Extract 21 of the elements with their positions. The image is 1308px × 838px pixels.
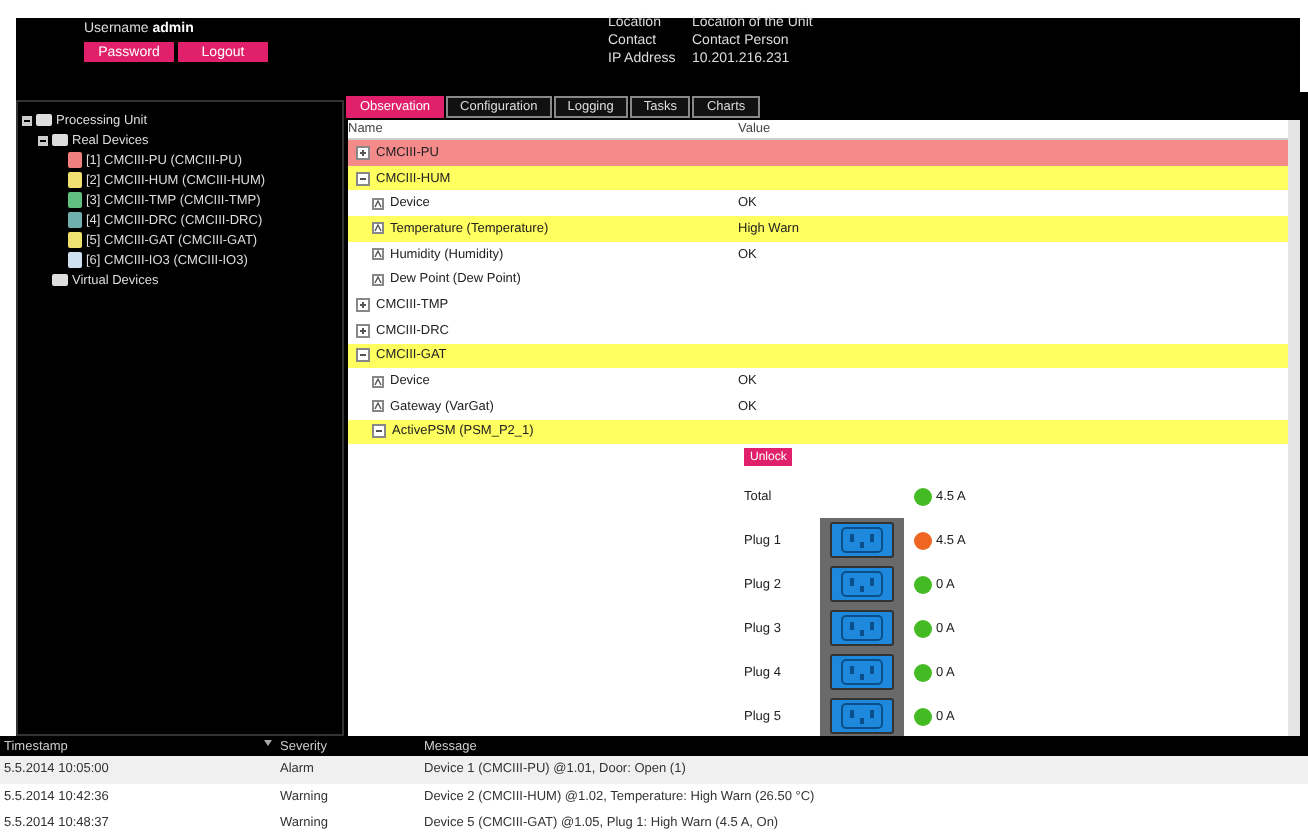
sensor-icon [372, 248, 384, 261]
collapse-icon[interactable] [372, 424, 386, 439]
collapse-icon[interactable] [22, 115, 32, 125]
expand-icon[interactable] [356, 323, 370, 338]
collapse-icon[interactable] [38, 135, 48, 145]
collapse-icon[interactable] [356, 171, 370, 186]
sensor-icon [372, 400, 384, 413]
socket-icon [830, 698, 894, 735]
sensor-icon [372, 222, 384, 235]
socket-icon [830, 566, 894, 603]
expand-icon[interactable] [356, 145, 370, 160]
collapse-icon[interactable] [356, 348, 370, 363]
socket-icon [830, 522, 894, 559]
expand-icon[interactable] [356, 297, 370, 312]
sensor-icon [372, 197, 384, 210]
scrollbar[interactable] [1288, 120, 1300, 736]
sensor-icon [372, 375, 384, 388]
sensor-icon [372, 273, 384, 286]
socket-icon [830, 610, 894, 647]
folder-icon [52, 274, 68, 286]
socket-icon [830, 654, 894, 691]
